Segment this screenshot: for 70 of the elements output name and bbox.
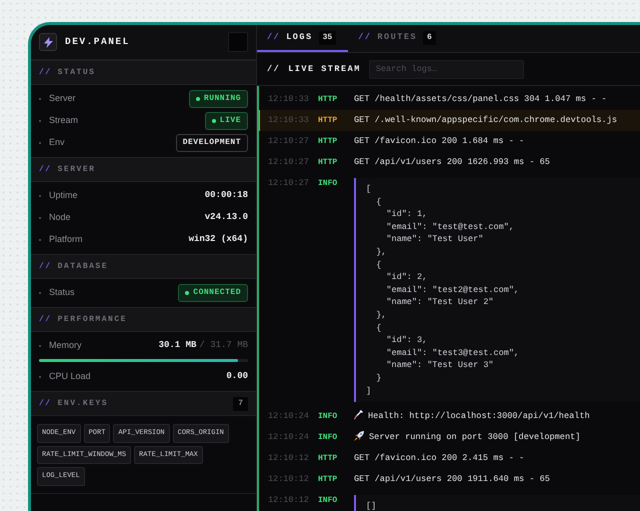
log-message: GET /health/assets/css/panel.css 304 1.047 ms - - bbox=[354, 93, 607, 106]
row-value: v24.13.0 bbox=[204, 211, 248, 224]
log-message: GET /api/v1/users 200 1626.993 ms - 65 bbox=[354, 156, 550, 169]
logo-icon bbox=[39, 33, 57, 51]
log-time: 12:10:33 bbox=[268, 93, 310, 106]
tab[interactable]: // LOGS 35 bbox=[257, 25, 348, 52]
log-time: 12:10:27 bbox=[268, 156, 310, 169]
toolbar-marker: // bbox=[267, 62, 280, 76]
row-label: Uptime bbox=[49, 189, 78, 202]
rocket-icon bbox=[354, 431, 364, 442]
count-badge: 7 bbox=[233, 396, 248, 410]
section-title: ENV.KEYS bbox=[58, 398, 108, 410]
log-message: GET /api/v1/users 200 1911.640 ms - 65 bbox=[354, 473, 550, 486]
log-level: INFO bbox=[318, 432, 338, 444]
row-label: CPU Load bbox=[49, 370, 91, 384]
row-value: 00:00:18 bbox=[204, 189, 248, 202]
section-marker: // bbox=[39, 164, 52, 176]
log-time: 12:10:27 bbox=[268, 177, 310, 190]
syringe-icon bbox=[354, 410, 363, 420]
brand-title: DEV.PANEL bbox=[65, 34, 130, 49]
section-title: SERVER bbox=[58, 164, 96, 176]
status-badge: CONNECTED bbox=[178, 284, 248, 302]
status-badge: DEVELOPMENT bbox=[176, 134, 248, 152]
status-badge: RUNNING bbox=[188, 90, 248, 108]
row-label: Env bbox=[49, 136, 65, 150]
log-level: INFO bbox=[318, 495, 338, 508]
json-block: [] bbox=[354, 495, 640, 511]
row-limit: / 31.7 MB bbox=[199, 339, 248, 352]
status-badge: LIVE bbox=[204, 112, 248, 130]
section-title: PERFORMANCE bbox=[58, 314, 127, 326]
log-time: 12:10:12 bbox=[268, 494, 310, 508]
log-time: 12:10:27 bbox=[268, 135, 310, 148]
search-field[interactable]: Search logs… bbox=[368, 60, 524, 78]
row-value: 0.00 bbox=[226, 370, 248, 384]
log-level: HTTP bbox=[318, 453, 338, 466]
section-title: STATUS bbox=[58, 66, 96, 78]
row-value: win32 (x64) bbox=[188, 233, 248, 246]
row-label: Server bbox=[49, 92, 76, 106]
log-level: HTTP bbox=[318, 94, 338, 106]
log-message: Health: http://localhost:3000/api/v1/health bbox=[354, 410, 590, 424]
section-marker: // bbox=[39, 314, 52, 326]
section-title: DATABASE bbox=[58, 260, 108, 272]
section-marker: // bbox=[39, 398, 52, 410]
log-level: INFO bbox=[318, 411, 338, 424]
log-level: INFO bbox=[318, 178, 338, 190]
log-message: Server running on port 3000 [development] bbox=[354, 431, 580, 444]
row-value: 30.1 MB bbox=[158, 339, 196, 352]
section-marker: // bbox=[39, 66, 52, 78]
json-block: [ { "id": 1, "email": "test@test.com", "name": "Test User" }, { "id": 2, "email": "test2@test.com", "name": "Test User 2" }, { "id": 3, "email": "test3@test.com", "name": "Test User 3" } ] bbox=[354, 178, 640, 402]
log-message: GET /favicon.ico 200 1.684 ms - - bbox=[354, 135, 524, 148]
log-message: GET /.well-known/appspecific/com.chrome.devtools.js bbox=[354, 114, 618, 127]
section-marker: // bbox=[39, 260, 52, 272]
tab[interactable]: // ROUTES 6 bbox=[348, 25, 448, 52]
log-time: 12:10:12 bbox=[268, 473, 310, 486]
log-time: 12:10:12 bbox=[268, 452, 310, 466]
log-level: HTTP bbox=[318, 136, 338, 148]
log-level: HTTP bbox=[318, 115, 338, 127]
log-time: 12:10:24 bbox=[268, 410, 310, 424]
row-label: Status bbox=[49, 286, 75, 300]
row-label: Memory bbox=[49, 339, 82, 352]
row-label: Platform bbox=[49, 233, 83, 246]
log-message: GET /favicon.ico 200 2.415 ms - - bbox=[354, 452, 524, 466]
row-label: Stream bbox=[49, 114, 78, 128]
log-time: 12:10:33 bbox=[268, 114, 310, 127]
row-label: Node bbox=[49, 211, 71, 224]
log-level: HTTP bbox=[318, 474, 338, 486]
toolbar-title: LIVE STREAM bbox=[288, 62, 361, 76]
header-button[interactable] bbox=[228, 32, 248, 52]
log-level: HTTP bbox=[318, 157, 338, 169]
log-time: 12:10:24 bbox=[268, 431, 310, 444]
